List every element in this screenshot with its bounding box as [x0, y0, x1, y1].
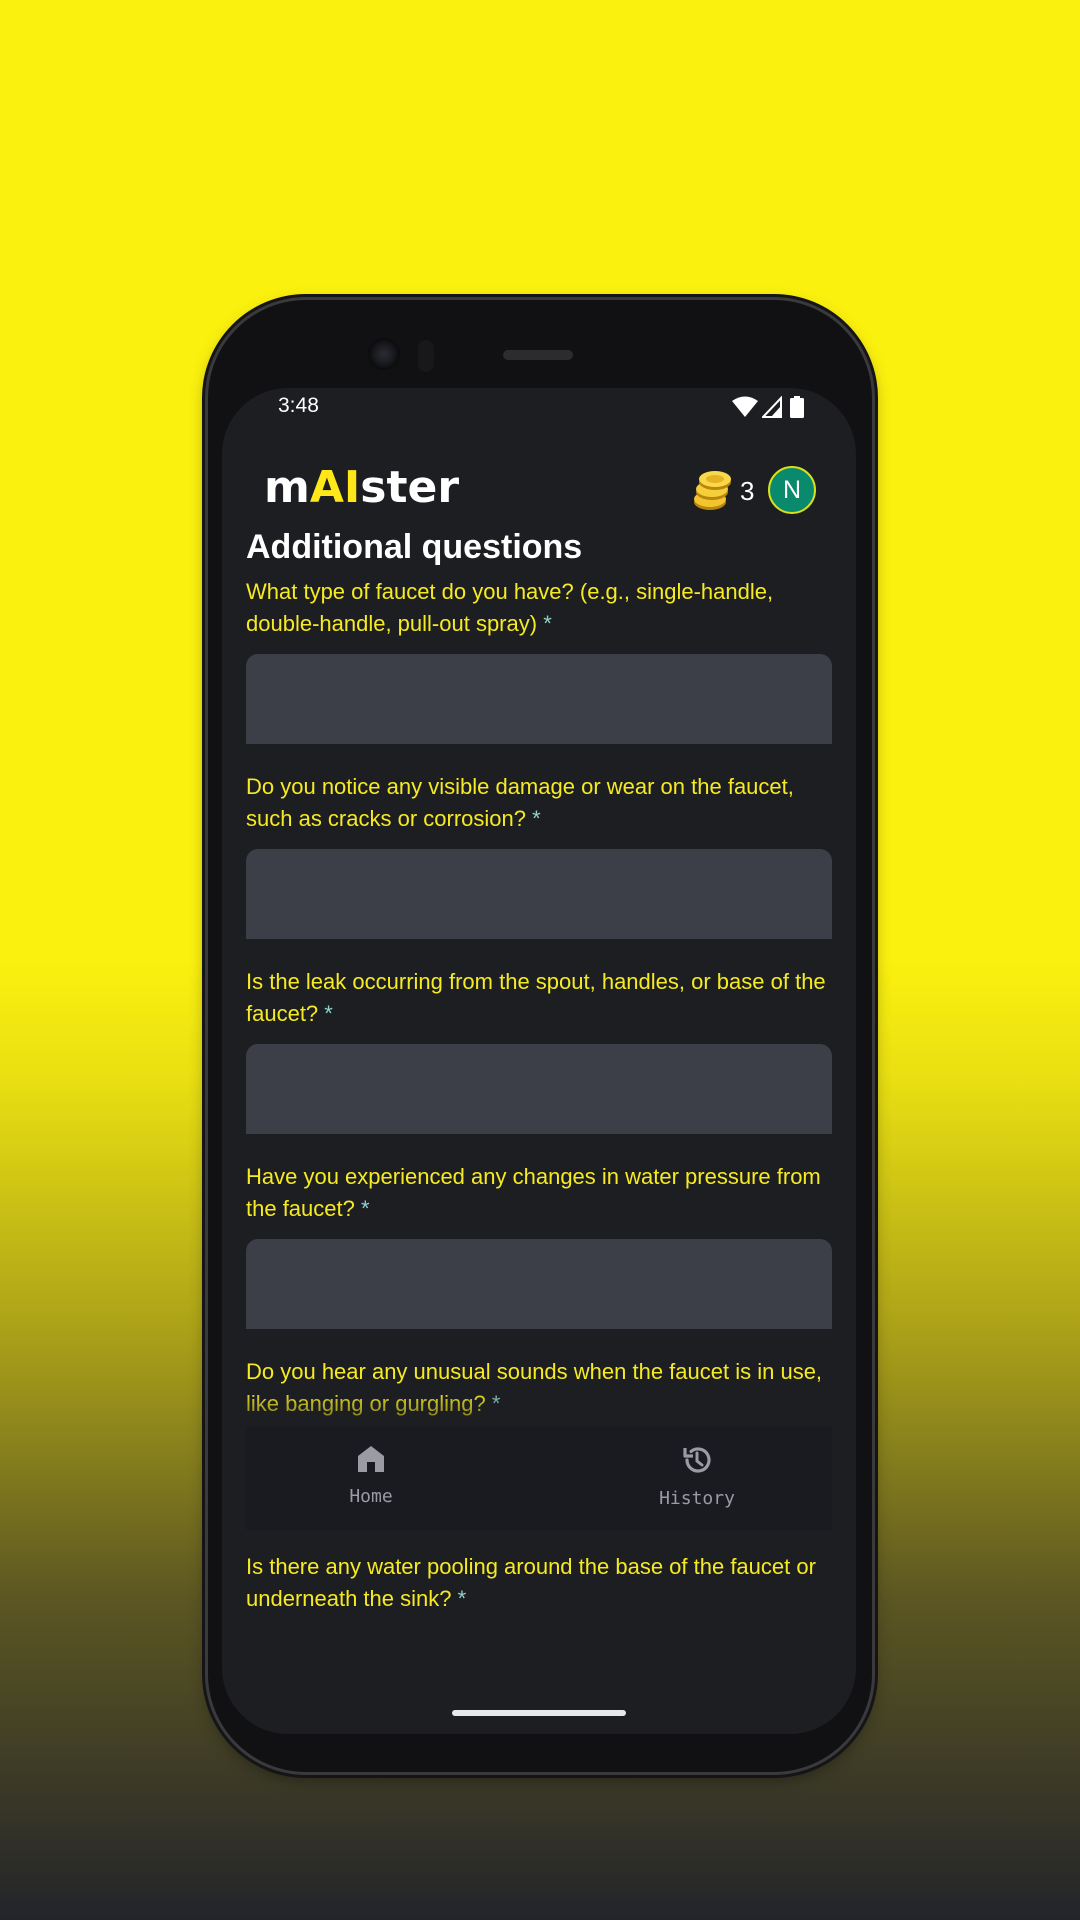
nav-history-label: History — [659, 1488, 735, 1509]
question-item: Have you experienced any changes in wate… — [246, 1161, 832, 1356]
page-title: Additional questions — [246, 528, 583, 566]
battery-icon — [790, 396, 804, 418]
earpiece-speaker — [503, 350, 573, 360]
status-bar: 3:48 — [222, 388, 856, 424]
question-text: Is there any water pooling around the ba… — [246, 1554, 816, 1611]
question-item: Do you notice any visible damage or wear… — [246, 771, 832, 966]
nav-home-label: Home — [349, 1486, 393, 1507]
required-mark: * — [457, 1586, 467, 1611]
question-item: Is the leak occurring from the spout, ha… — [246, 966, 832, 1161]
required-mark: * — [324, 1001, 333, 1026]
nav-home[interactable]: Home — [291, 1444, 451, 1524]
home-indicator[interactable] — [452, 1710, 626, 1716]
question-label: What type of faucet do you have? (e.g., … — [246, 576, 832, 640]
question-item: What type of faucet do you have? (e.g., … — [246, 576, 832, 771]
home-icon — [358, 1446, 384, 1472]
question-label: Do you notice any visible damage or wear… — [246, 771, 832, 835]
nav-history[interactable]: History — [617, 1444, 777, 1524]
logo-text-prefix: m — [264, 462, 310, 513]
question-label: Have you experienced any changes in wate… — [246, 1161, 832, 1225]
answer-input[interactable] — [246, 1239, 832, 1329]
required-mark: * — [361, 1196, 370, 1221]
required-mark: * — [543, 611, 552, 636]
answer-input[interactable] — [246, 849, 832, 939]
question-label: Is the leak occurring from the spout, ha… — [246, 966, 832, 1030]
question-text: Have you experienced any changes in wate… — [246, 1164, 821, 1221]
app-logo: mAIster — [264, 462, 459, 513]
camera-icon — [368, 338, 400, 370]
logo-text-highlight: AI — [309, 462, 361, 513]
question-label: Is there any water pooling around the ba… — [246, 1551, 832, 1615]
phone-screen: 3:48 mAIster 3 N Additional questions Wh… — [222, 388, 856, 1734]
coin-count: 3 — [740, 476, 755, 506]
question-text: What type of faucet do you have? (e.g., … — [246, 579, 774, 636]
history-icon — [683, 1447, 711, 1473]
answer-input[interactable] — [246, 1044, 832, 1134]
bottom-navigation: Home History — [246, 1426, 832, 1530]
coins-icon — [694, 471, 731, 510]
status-time: 3:48 — [278, 394, 319, 417]
question-text: Do you notice any visible damage or wear… — [246, 774, 794, 831]
logo-text-suffix: ster — [360, 462, 460, 513]
signal-icon — [762, 396, 782, 418]
question-list: What type of faucet do you have? (e.g., … — [246, 576, 832, 1734]
avatar[interactable]: N — [768, 466, 816, 514]
status-icons — [732, 396, 812, 420]
sensor — [418, 340, 434, 372]
answer-input[interactable] — [246, 654, 832, 744]
question-item: Is there any water pooling around the ba… — [246, 1551, 832, 1734]
required-mark: * — [532, 806, 541, 831]
wifi-icon — [732, 396, 758, 417]
